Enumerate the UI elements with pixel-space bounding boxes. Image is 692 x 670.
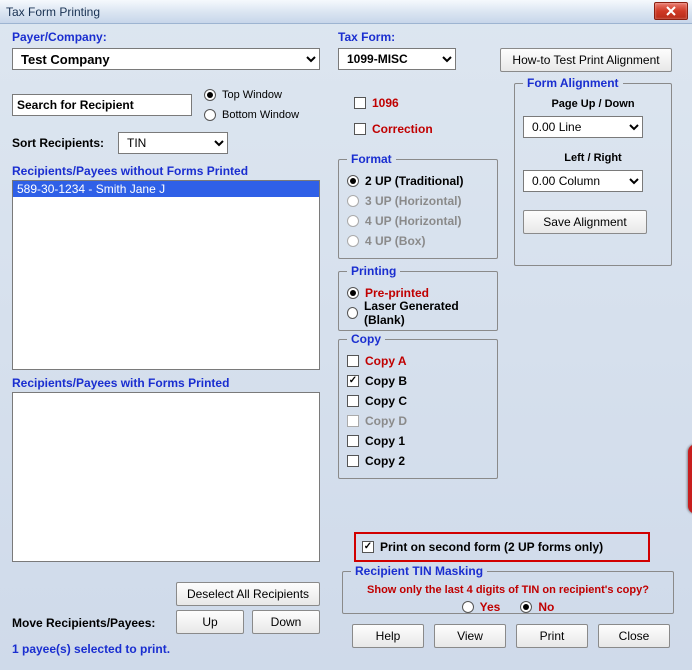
down-button[interactable]: Down bbox=[252, 610, 320, 634]
sort-recipients-select[interactable]: TIN bbox=[118, 132, 228, 154]
save-alignment-button[interactable]: Save Alignment bbox=[523, 210, 647, 234]
copy-c-checkbox[interactable]: Copy C bbox=[347, 392, 489, 410]
1096-checkbox[interactable]: 1096 bbox=[354, 94, 433, 112]
close-button[interactable]: Close bbox=[598, 624, 670, 648]
tin-masking-yes-radio[interactable]: Yes bbox=[462, 598, 501, 616]
without-printed-listbox[interactable]: 589-30-1234 - Smith Jane J bbox=[12, 180, 320, 370]
tin-masking-legend: Recipient TIN Masking bbox=[351, 564, 487, 578]
printing-legend: Printing bbox=[347, 264, 400, 278]
list-item[interactable]: 589-30-1234 - Smith Jane J bbox=[13, 181, 319, 197]
print-second-form-checkbox[interactable]: ✓ Print on second form (2 UP forms only) bbox=[362, 538, 642, 556]
payer-company-select[interactable]: Test Company bbox=[12, 48, 320, 70]
copy-legend: Copy bbox=[347, 332, 385, 346]
up-button[interactable]: Up bbox=[176, 610, 244, 634]
without-printed-header: Recipients/Payees without Forms Printed bbox=[12, 164, 248, 178]
move-recipients-label: Move Recipients/Payees: bbox=[12, 616, 155, 630]
printing-laser-radio[interactable]: Laser Generated (Blank) bbox=[347, 304, 489, 322]
search-recipient-input[interactable] bbox=[12, 94, 192, 116]
copy-d-checkbox: Copy D bbox=[347, 412, 489, 430]
correction-checkbox[interactable]: Correction bbox=[354, 120, 433, 138]
copy-2-checkbox[interactable]: Copy 2 bbox=[347, 452, 489, 470]
edge-decoration bbox=[688, 444, 692, 514]
print-button[interactable]: Print bbox=[516, 624, 588, 648]
sort-recipients-label: Sort Recipients: bbox=[12, 136, 104, 150]
format-4up-h-radio: 4 UP (Horizontal) bbox=[347, 212, 489, 230]
status-text: 1 payee(s) selected to print. bbox=[12, 642, 170, 656]
payer-company-label: Payer/Company: bbox=[12, 30, 328, 44]
howto-test-print-button[interactable]: How-to Test Print Alignment bbox=[500, 48, 672, 72]
format-legend: Format bbox=[347, 152, 396, 166]
copy-1-checkbox[interactable]: Copy 1 bbox=[347, 432, 489, 450]
page-up-down-select[interactable]: 0.00 Line bbox=[523, 116, 643, 138]
deselect-all-button[interactable]: Deselect All Recipients bbox=[176, 582, 320, 606]
with-printed-listbox[interactable] bbox=[12, 392, 320, 562]
format-4up-box-radio: 4 UP (Box) bbox=[347, 232, 489, 250]
top-window-radio[interactable]: Top Window bbox=[204, 86, 299, 104]
format-3up-radio: 3 UP (Horizontal) bbox=[347, 192, 489, 210]
copy-b-checkbox[interactable]: ✓Copy B bbox=[347, 372, 489, 390]
left-right-select[interactable]: 0.00 Column bbox=[523, 170, 643, 192]
page-up-down-label: Page Up / Down bbox=[523, 98, 663, 110]
help-button[interactable]: Help bbox=[352, 624, 424, 648]
bottom-window-radio[interactable]: Bottom Window bbox=[204, 106, 299, 124]
view-button[interactable]: View bbox=[434, 624, 506, 648]
window-title: Tax Form Printing bbox=[6, 5, 100, 19]
form-alignment-legend: Form Alignment bbox=[523, 76, 623, 90]
tin-masking-no-radio[interactable]: No bbox=[520, 598, 554, 616]
format-2up-radio[interactable]: 2 UP (Traditional) bbox=[347, 172, 489, 190]
left-right-label: Left / Right bbox=[523, 152, 663, 164]
tin-masking-question: Show only the last 4 digits of TIN on re… bbox=[351, 584, 665, 596]
with-printed-header: Recipients/Payees with Forms Printed bbox=[12, 376, 229, 390]
close-icon[interactable] bbox=[654, 2, 688, 20]
tax-form-label: Tax Form: bbox=[338, 30, 395, 44]
copy-a-checkbox[interactable]: Copy A bbox=[347, 352, 489, 370]
tax-form-select[interactable]: 1099-MISC bbox=[338, 48, 456, 70]
